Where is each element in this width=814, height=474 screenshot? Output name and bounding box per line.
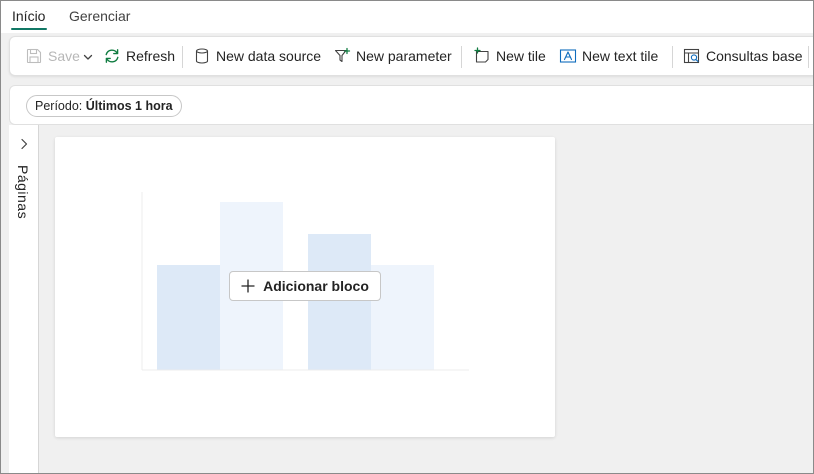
refresh-icon (105, 49, 119, 63)
time-range-value: Últimos 1 hora (85, 99, 173, 113)
new-parameter-button[interactable]: New parameter (333, 37, 452, 75)
text-box-icon (559, 49, 577, 63)
query-table-icon (683, 48, 700, 64)
save-button[interactable]: Save (25, 37, 80, 75)
time-range-parameter-pill[interactable]: Período: Últimos 1 hora (26, 95, 182, 117)
toolbar-divider (672, 46, 673, 68)
tile-add-icon (474, 47, 489, 63)
empty-tile: Adicionar bloco (55, 137, 555, 437)
toolbar-divider (182, 46, 183, 68)
save-label: Save (48, 48, 80, 64)
tab-inicio[interactable]: Início (12, 8, 45, 24)
database-icon (195, 48, 209, 64)
new-data-source-button[interactable]: New data source (193, 37, 321, 75)
new-tile-label: New tile (496, 48, 546, 64)
toolbar: Save Refresh New data source New paramet… (9, 36, 813, 76)
tab-gerenciar[interactable]: Gerenciar (69, 8, 130, 24)
time-range-prefix: Período: (35, 99, 86, 113)
add-block-button[interactable]: Adicionar bloco (229, 271, 381, 301)
filter-add-icon (334, 47, 351, 63)
new-text-tile-label: New text tile (582, 48, 659, 64)
chevron-right-icon[interactable] (18, 138, 30, 150)
toolbar-divider (461, 46, 462, 68)
refresh-label: Refresh (126, 48, 176, 64)
consultas-base-button[interactable]: Consultas base (683, 37, 803, 75)
parameters-bar: Período: Últimos 1 hora (9, 85, 813, 125)
new-tile-button[interactable]: New tile (473, 37, 546, 75)
pages-rail: Páginas (9, 125, 39, 473)
toolbar-divider (808, 46, 809, 68)
consultas-base-label: Consultas base (706, 48, 803, 64)
plus-icon (241, 279, 255, 293)
new-data-source-label: New data source (216, 48, 322, 64)
ribbon-tabs: Início Gerenciar (1, 1, 813, 33)
active-tab-indicator (11, 28, 47, 30)
new-text-tile-button[interactable]: New text tile (559, 37, 658, 75)
save-dropdown-chevron-icon[interactable] (82, 51, 94, 63)
new-parameter-label: New parameter (356, 48, 452, 64)
refresh-button[interactable]: Refresh (103, 37, 175, 75)
placeholder-bar (157, 265, 220, 370)
add-block-label: Adicionar bloco (263, 278, 369, 294)
save-icon (26, 48, 42, 64)
pages-rail-label[interactable]: Páginas (15, 165, 31, 219)
placeholder-bar (308, 234, 371, 370)
app-window: Início Gerenciar Save Refresh New data s… (0, 0, 814, 474)
